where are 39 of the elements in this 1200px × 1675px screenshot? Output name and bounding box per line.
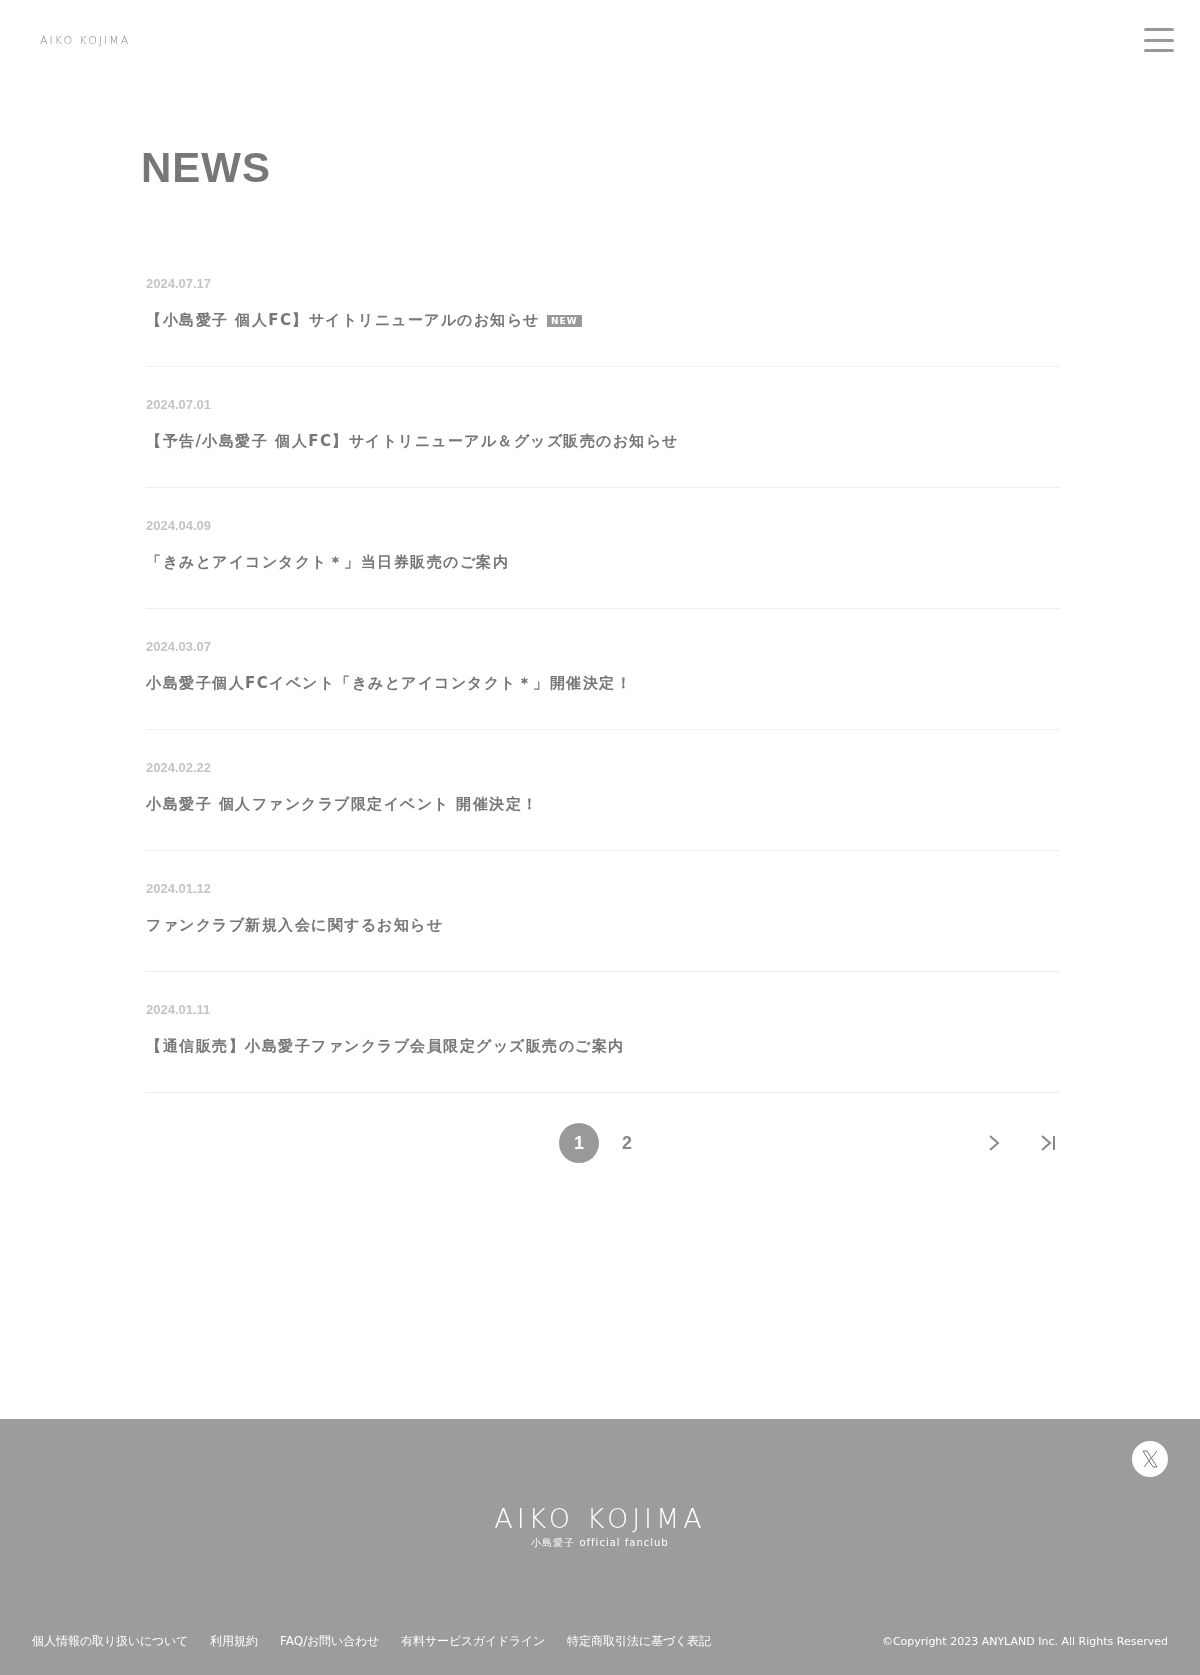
news-title: ファンクラブ新規入会に関するお知らせ (146, 916, 443, 935)
news-date: 2024.01.12 (146, 881, 213, 896)
footer-link[interactable]: 利用規約 (210, 1633, 258, 1650)
news-title: 【通信販売】小島愛子ファンクラブ会員限定グッズ販売のご案内 (146, 1037, 625, 1056)
news-date: 2024.02.22 (146, 760, 213, 775)
site-logo[interactable]: AIKO KOJIMA (40, 33, 131, 47)
menu-button[interactable] (1144, 28, 1174, 52)
news-item[interactable]: 2024.04.09 「きみとアイコンタクト＊」当日券販売のご案内 (146, 518, 1060, 609)
news-item[interactable]: 2024.03.07 小島愛子個人FCイベント「きみとアイコンタクト＊」開催決定！ (146, 639, 1060, 730)
news-date: 2024.01.11 (146, 1002, 212, 1017)
footer-logo-subtitle: 小島愛子 official fanclub (531, 1536, 669, 1550)
news-title: 小島愛子 個人ファンクラブ限定イベント 開催決定！ (146, 795, 539, 814)
footer-logo: AIKO KOJIMA (494, 1503, 706, 1534)
x-logo-icon (1141, 1450, 1159, 1468)
news-item[interactable]: 2024.07.01 【予告/小島愛子 個人FC】サイトリニューアル＆グッズ販売のお知らせ (146, 397, 1060, 488)
last-page-icon (1040, 1134, 1056, 1152)
news-item[interactable]: 2024.01.12 ファンクラブ新規入会に関するお知らせ (146, 881, 1060, 972)
footer-link[interactable]: 有料サービスガイドライン (401, 1633, 546, 1650)
news-date: 2024.07.01 (146, 397, 213, 412)
news-title: 「きみとアイコンタクト＊」当日券販売のご案内 (146, 553, 509, 572)
page-title: NEWS (141, 144, 272, 192)
footer-link[interactable]: FAQ/お問い合わせ (280, 1633, 380, 1650)
footer-link[interactable]: 特定商取引法に基づく表記 (567, 1633, 712, 1650)
news-title: 【小島愛子 個人FC】サイトリニューアルのお知らせ (146, 311, 540, 330)
news-date: 2024.07.17 (146, 276, 213, 291)
x-social-button[interactable] (1132, 1441, 1168, 1477)
news-title: 【予告/小島愛子 個人FC】サイトリニューアル＆グッズ販売のお知らせ (146, 432, 679, 451)
new-badge: NEW (547, 314, 582, 327)
news-date: 2024.04.09 (146, 518, 213, 533)
news-item[interactable]: 2024.07.17 【小島愛子 個人FC】サイトリニューアルのお知らせ NEW (146, 276, 1060, 367)
page-button[interactable]: 2 (607, 1123, 647, 1163)
chevron-right-icon (988, 1134, 1000, 1152)
news-item[interactable]: 2024.01.11 【通信販売】小島愛子ファンクラブ会員限定グッズ販売のご案内 (146, 1002, 1060, 1093)
news-item[interactable]: 2024.02.22 小島愛子 個人ファンクラブ限定イベント 開催決定！ (146, 760, 1060, 851)
footer-link[interactable]: 個人情報の取り扱いについて (32, 1633, 188, 1650)
page-button[interactable]: 1 (559, 1123, 599, 1163)
copyright-text: ©Copyright 2023 ANYLAND Inc. All Rights Reserved (881, 1635, 1168, 1648)
news-title: 小島愛子個人FCイベント「きみとアイコンタクト＊」開催決定！ (146, 674, 633, 693)
news-date: 2024.03.07 (146, 639, 213, 654)
